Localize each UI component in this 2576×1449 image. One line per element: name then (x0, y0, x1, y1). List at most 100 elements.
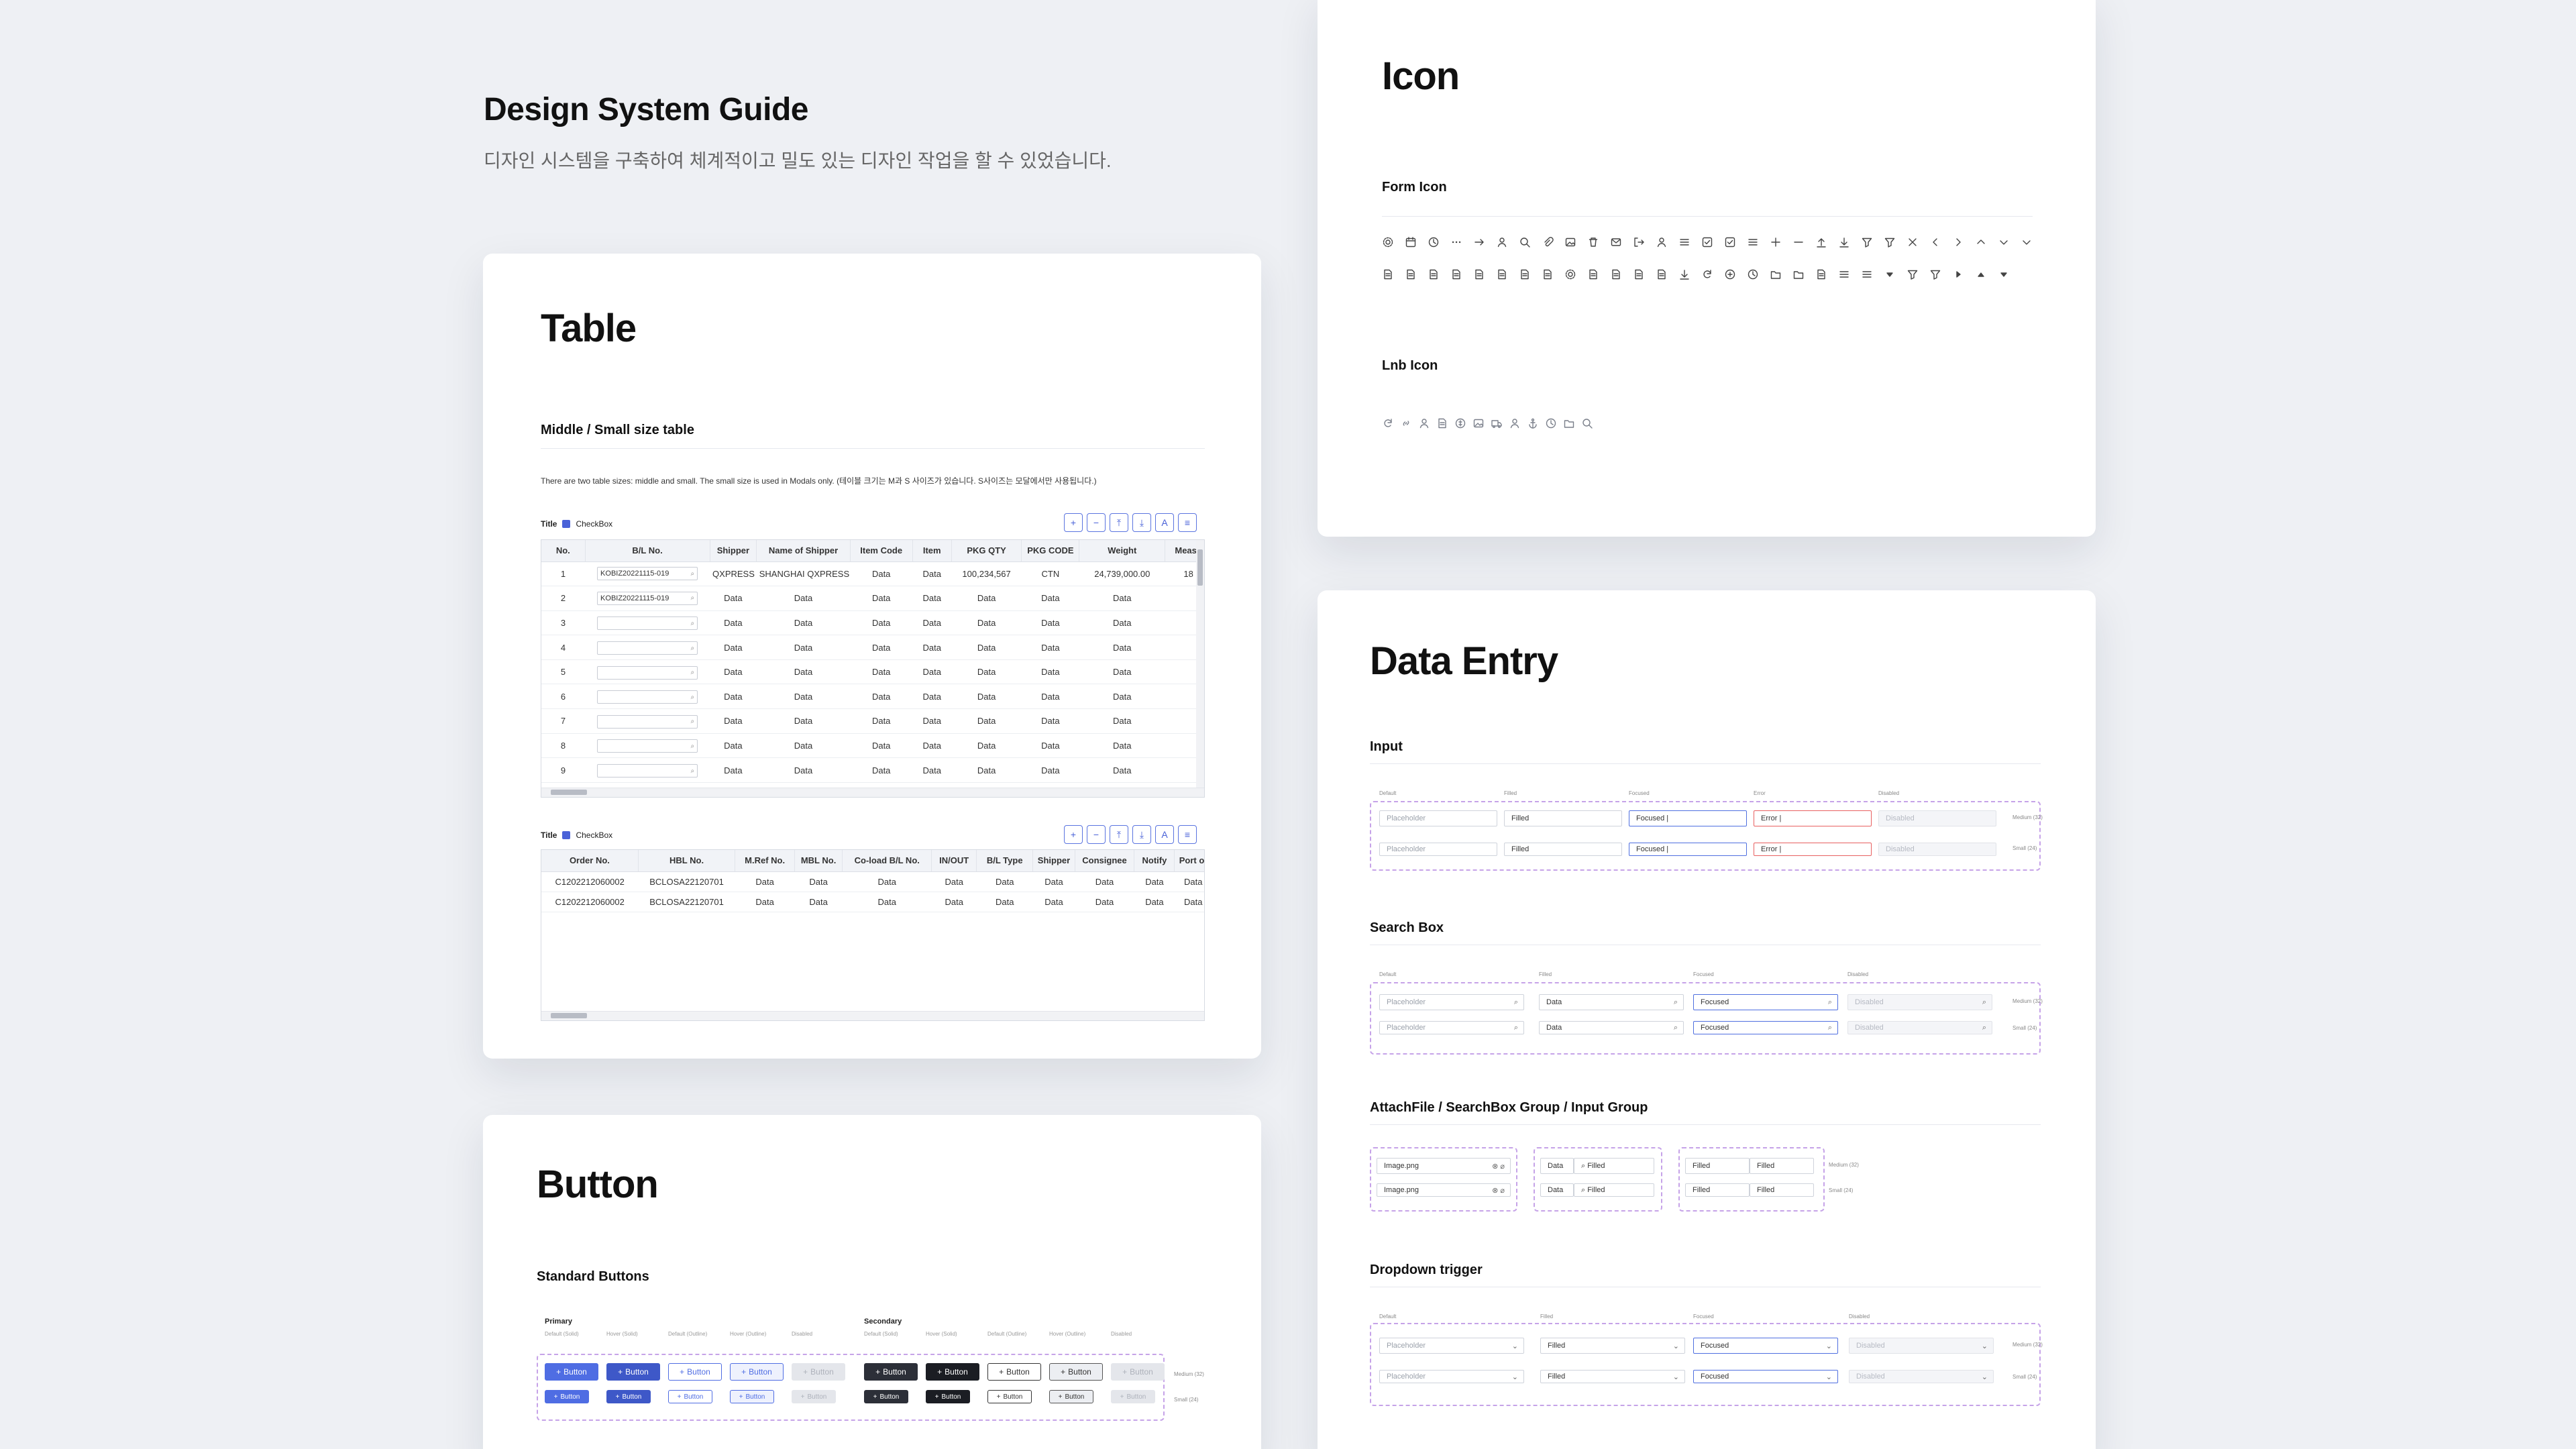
group-input-left[interactable]: Filled (1685, 1158, 1750, 1174)
sample-button[interactable]: + Button (545, 1390, 589, 1403)
attach-icon[interactable]: ⊗ ⌀ (1492, 1186, 1505, 1195)
attachfile-input[interactable]: Image.png ⊗ ⌀ (1377, 1183, 1511, 1197)
bl-search-field[interactable]: ⌕ (597, 665, 698, 680)
sample-button[interactable]: + Button (545, 1363, 598, 1381)
bl-search-field[interactable]: ⌕ (597, 690, 698, 704)
dropdown-trigger[interactable]: Placeholder ⌄ (1379, 1338, 1524, 1354)
group-input-right[interactable]: Filled (1750, 1158, 1814, 1174)
table-header-cell[interactable]: HBL No. (638, 850, 736, 872)
group-data-field[interactable]: Data (1540, 1183, 1574, 1197)
table-header-cell[interactable]: Shipper (710, 540, 757, 562)
table2-checkbox[interactable] (562, 831, 571, 839)
table-tool-button[interactable]: ⤒ (1110, 513, 1128, 532)
table-header-cell[interactable]: PKG QTY (951, 540, 1022, 562)
sample-button[interactable]: + Button (668, 1390, 712, 1403)
table-tool-button[interactable]: + (1064, 513, 1083, 532)
table-header-cell[interactable]: Item (912, 540, 952, 562)
table-header-cell[interactable]: Weight (1079, 540, 1166, 562)
table-row[interactable]: 3 ⌕ Data Data Data Data Data Data Data (541, 610, 1204, 636)
table1-checkbox[interactable] (562, 520, 571, 528)
table-header-cell[interactable]: MBL No. (794, 850, 843, 872)
table-header-cell[interactable]: B/L No. (585, 540, 710, 562)
table-header-cell[interactable]: No. (541, 540, 586, 562)
search-icon[interactable]: ⌕ (690, 743, 694, 750)
table-row[interactable]: 2 KOBIZ20221115-019 ⌕ Data Data Data Data Data D… (541, 586, 1204, 611)
sample-button[interactable]: + Button (730, 1390, 774, 1403)
table-tool-button[interactable]: − (1087, 825, 1106, 844)
table1-vscroll-thumb[interactable] (1197, 549, 1203, 586)
bl-search-field[interactable]: ⌕ (597, 739, 698, 753)
table-tool-button[interactable]: A (1155, 825, 1174, 844)
text-input[interactable]: Error | (1754, 843, 1872, 856)
dropdown-trigger[interactable]: Focused ⌄ (1693, 1370, 1838, 1383)
table-header-cell[interactable]: PKG CODE (1021, 540, 1080, 562)
text-input[interactable]: Focused | (1629, 843, 1747, 856)
search-icon[interactable]: ⌕ (690, 694, 694, 701)
table-row[interactable]: 4 ⌕ Data Data Data Data Data Data Data (541, 635, 1204, 660)
bl-search-field[interactable]: KOBIZ20221115-019 ⌕ (597, 591, 698, 605)
attachfile-input[interactable]: Image.png ⊗ ⌀ (1377, 1158, 1511, 1174)
table-row[interactable]: 7 ⌕ Data Data Data Data Data Data Data (541, 708, 1204, 734)
sample-button[interactable]: + Button (606, 1390, 651, 1403)
search-icon[interactable]: ⌕ (690, 620, 694, 627)
search-icon[interactable]: ⌕ (690, 669, 694, 676)
sample-button[interactable]: + Button (668, 1363, 722, 1381)
search-box[interactable]: Data ⌕ (1539, 994, 1684, 1010)
search-icon[interactable]: ⌕ (690, 570, 694, 578)
table2-hscroll-thumb[interactable] (551, 1013, 587, 1018)
table-header-cell[interactable]: Shipper (1032, 850, 1075, 872)
sample-button[interactable]: + Button (730, 1363, 784, 1381)
sample-button[interactable]: + Button (926, 1363, 979, 1381)
search-box[interactable]: Placeholder ⌕ (1379, 994, 1524, 1010)
bl-search-field[interactable]: ⌕ (597, 714, 698, 729)
sample-button[interactable]: + Button (987, 1363, 1041, 1381)
table-row[interactable]: C1202212060002 BCLOSA22120701 Data Data Data… (541, 892, 1204, 912)
table-row[interactable]: 5 ⌕ Data Data Data Data Data Data Data (541, 659, 1204, 685)
text-input[interactable]: Filled (1504, 843, 1622, 856)
table-header-cell[interactable]: B/L Type (976, 850, 1034, 872)
table-tool-button[interactable]: A (1155, 513, 1174, 532)
bl-search-field[interactable]: ⌕ (597, 616, 698, 631)
table-header-cell[interactable]: IN/OUT (931, 850, 977, 872)
table-header-cell[interactable]: Item Code (850, 540, 913, 562)
group-data-field[interactable]: Data (1540, 1158, 1574, 1174)
table-row[interactable]: C1202212060002 BCLOSA22120701 Data Data Data… (541, 871, 1204, 892)
dropdown-trigger[interactable]: Filled ⌄ (1540, 1338, 1685, 1354)
bl-search-field[interactable]: KOBIZ20221115-019 ⌕ (597, 567, 698, 581)
text-input[interactable]: Filled (1504, 810, 1622, 826)
group-search-field[interactable]: ⌕ Filled (1574, 1183, 1654, 1197)
sample-button[interactable]: + Button (1049, 1390, 1093, 1403)
text-input[interactable]: Focused | (1629, 810, 1747, 826)
text-input[interactable]: Placeholder (1379, 810, 1497, 826)
search-icon[interactable]: ⌕ (690, 718, 694, 725)
table-tool-button[interactable]: + (1064, 825, 1083, 844)
bl-search-field[interactable]: ⌕ (597, 641, 698, 655)
sample-button[interactable]: + Button (987, 1390, 1032, 1403)
table-header-cell[interactable]: Consignee (1075, 850, 1135, 872)
search-box[interactable]: Placeholder ⌕ (1379, 1021, 1524, 1034)
table-header-cell[interactable]: Port of (1174, 850, 1204, 872)
text-input[interactable]: Error | (1754, 810, 1872, 826)
table-tool-button[interactable]: ≡ (1178, 513, 1197, 532)
search-box[interactable]: Focused ⌕ (1693, 1021, 1838, 1034)
search-icon[interactable]: ⌕ (690, 645, 694, 652)
table-header-cell[interactable]: Notify (1134, 850, 1175, 872)
table-row[interactable]: 8 ⌕ Data Data Data Data Data Data Data (541, 733, 1204, 759)
sample-button[interactable]: + Button (926, 1390, 970, 1403)
bl-search-field[interactable]: ⌕ (597, 764, 698, 778)
search-icon[interactable]: ⌕ (690, 767, 694, 775)
table-row[interactable]: 9 ⌕ Data Data Data Data Data Data Data (541, 757, 1204, 783)
table1-hscroll-thumb[interactable] (551, 790, 587, 795)
table-tool-button[interactable]: ⤓ (1132, 825, 1151, 844)
table-row[interactable]: 6 ⌕ Data Data Data Data Data Data Data (541, 684, 1204, 710)
table-tool-button[interactable]: ≡ (1178, 825, 1197, 844)
sample-button[interactable]: + Button (864, 1390, 908, 1403)
group-input-right[interactable]: Filled (1750, 1183, 1814, 1197)
dropdown-trigger[interactable]: Filled ⌄ (1540, 1370, 1685, 1383)
dropdown-trigger[interactable]: Focused ⌄ (1693, 1338, 1838, 1354)
text-input[interactable]: Placeholder (1379, 843, 1497, 856)
table-tool-button[interactable]: ⤓ (1132, 513, 1151, 532)
search-box[interactable]: Data ⌕ (1539, 1021, 1684, 1034)
sample-button[interactable]: + Button (864, 1363, 918, 1381)
table-header-cell[interactable]: Co-load B/L No. (842, 850, 932, 872)
